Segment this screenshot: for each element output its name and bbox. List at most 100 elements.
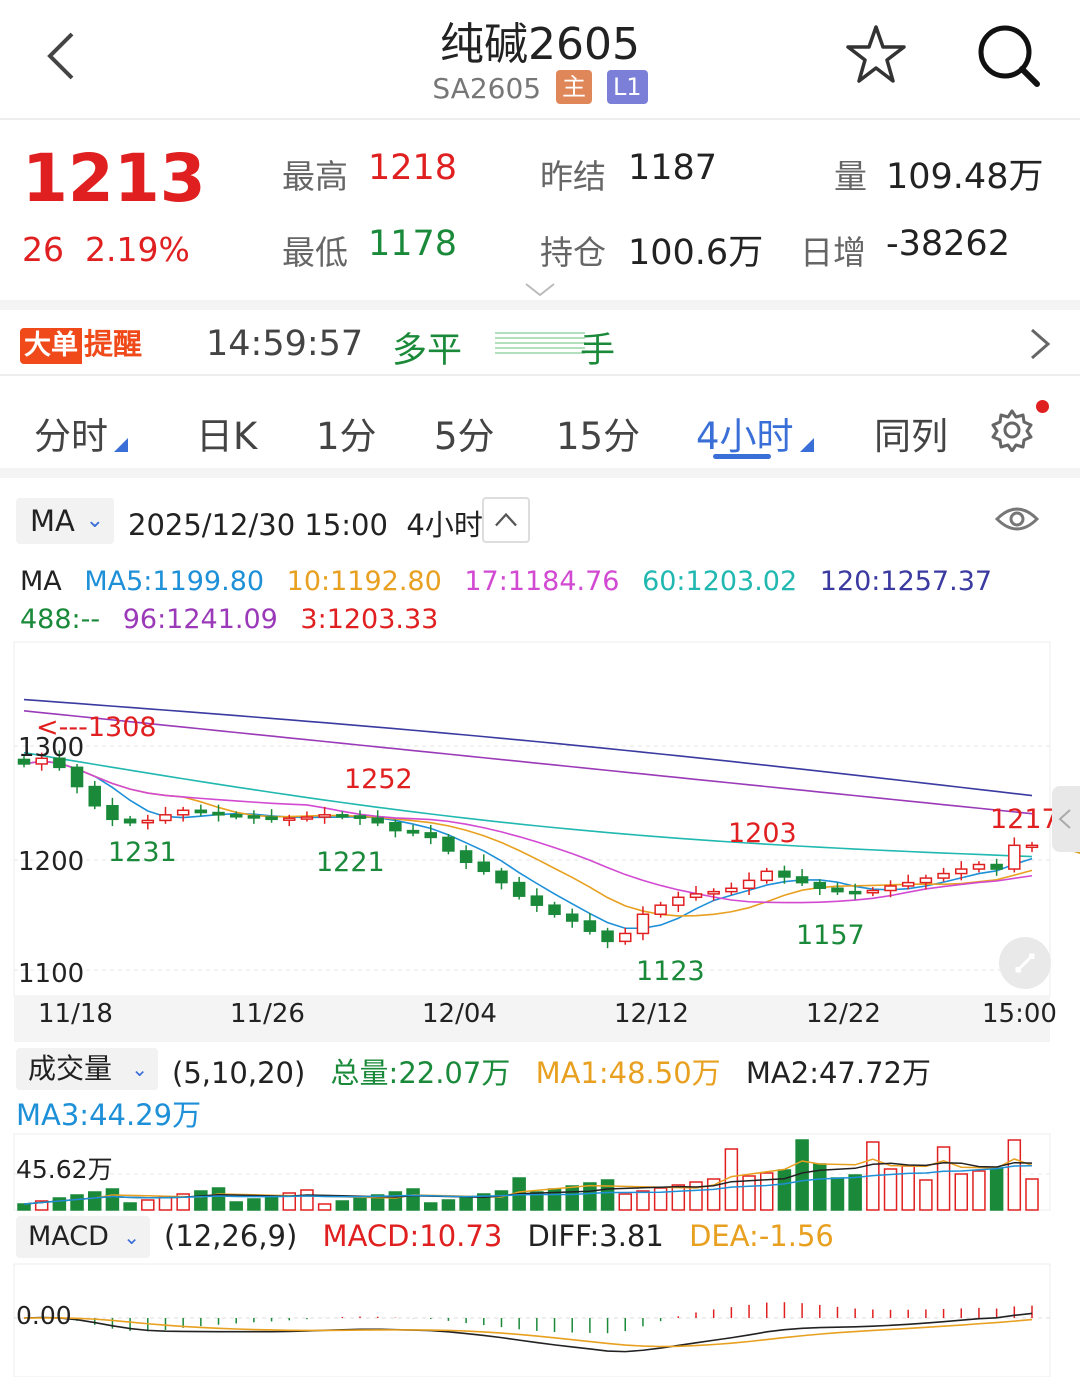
favorite-star-icon[interactable] xyxy=(843,22,909,88)
macd-axis-label: 0.00 xyxy=(16,1301,72,1330)
macd-legend: (12,26,9) MACD:10.73 DIFF:3.81 DEA:-1.56 xyxy=(164,1219,850,1253)
ma120-value: 120:1257.37 xyxy=(819,566,993,597)
tab-timeshare[interactable]: 分时 xyxy=(34,406,108,460)
chevron-down-icon: ⌄ xyxy=(123,1225,140,1249)
eye-icon[interactable] xyxy=(994,503,1040,535)
ma60-value: 60:1203.02 xyxy=(642,566,798,597)
volume-bar xyxy=(17,1203,31,1211)
volume-ma3: MA3:44.29万 xyxy=(16,1098,202,1132)
macd-params: (12,26,9) xyxy=(164,1219,298,1253)
tab-5min[interactable]: 5分 xyxy=(434,406,495,460)
volume-bar xyxy=(335,1200,350,1211)
macd-chart[interactable]: 0.00 xyxy=(0,1262,1080,1377)
candle-body xyxy=(937,872,950,879)
candle-body xyxy=(406,829,420,834)
volume-bar xyxy=(1025,1178,1039,1211)
tab-4hour[interactable]: 4小时 xyxy=(696,406,794,460)
daily-increase-label: 日增 xyxy=(800,233,866,272)
high-label: 最高 xyxy=(282,157,348,196)
candle-body xyxy=(229,814,243,818)
volume-bar xyxy=(87,1191,102,1211)
ma10-value: 10:1192.80 xyxy=(286,566,442,597)
candle-body xyxy=(70,766,84,788)
candlestick-chart[interactable]: 1300 1200 1100 11/18 11/26 12/04 12/12 1… xyxy=(0,640,1080,1045)
volume-indicator-selector[interactable]: 成交量 ⌄ xyxy=(16,1048,158,1090)
volume-total: 总量:22.07万 xyxy=(330,1056,511,1090)
candle-body xyxy=(919,877,933,884)
candle-body xyxy=(990,863,1003,870)
volume-bar xyxy=(441,1199,456,1211)
annotation-high-1252: 1252 xyxy=(344,764,413,795)
expand-chevron-icon[interactable] xyxy=(524,282,556,298)
tab-daily-k[interactable]: 日K xyxy=(196,406,257,460)
volume-bar xyxy=(141,1199,155,1211)
volume-bar xyxy=(105,1188,120,1211)
contract-code-row: SA2605 主 L1 xyxy=(0,70,1080,105)
candle-body xyxy=(283,817,296,821)
candle-body xyxy=(318,814,331,818)
candle-body xyxy=(884,885,897,892)
x-tick-1118: 11/18 xyxy=(38,999,113,1029)
volume-bar xyxy=(317,1203,332,1211)
candle-body xyxy=(813,881,827,890)
candle-body xyxy=(477,861,491,873)
volume-bar xyxy=(600,1179,615,1211)
gear-icon[interactable] xyxy=(990,408,1034,452)
volume-bar xyxy=(300,1189,314,1211)
candle-body xyxy=(619,932,632,943)
ma17-value: 17:1184.76 xyxy=(464,566,620,597)
volume-legend: (5,10,20) 总量:22.07万 MA1:48.50万 MA2:47.72… xyxy=(172,1050,947,1092)
volume-bar xyxy=(158,1196,173,1211)
tab-15min[interactable]: 15分 xyxy=(556,406,640,460)
contract-code: SA2605 xyxy=(432,72,542,105)
volume-chart[interactable]: 45.62万 xyxy=(0,1132,1080,1212)
price-change: 26 2.19% xyxy=(22,230,190,269)
candle-body xyxy=(159,814,172,822)
collapse-chevron-icon[interactable] xyxy=(482,497,530,543)
volume-value: 109.48万 xyxy=(886,157,1044,197)
y-tick-1100: 1100 xyxy=(18,959,84,989)
fullscreen-button[interactable] xyxy=(999,937,1051,989)
macd-diff-line xyxy=(23,1312,1033,1353)
chevron-right-icon[interactable] xyxy=(1028,326,1052,362)
candle-body xyxy=(300,816,314,820)
candle-body xyxy=(176,809,190,816)
x-tick-1212: 12/12 xyxy=(614,999,689,1029)
volume-bar xyxy=(229,1201,243,1211)
daily-increase-value: -38262 xyxy=(886,224,1010,264)
macd-indicator-selector[interactable]: MACD ⌄ xyxy=(16,1216,150,1258)
volume-indicator-label: 成交量 xyxy=(28,1052,113,1085)
ma-prefix: MA xyxy=(20,566,62,597)
expand-icon xyxy=(1015,953,1035,973)
tab-same-column[interactable]: 同列 xyxy=(874,406,948,460)
candle-body xyxy=(972,863,986,870)
candle-body xyxy=(459,850,473,864)
page-title: 纯碱2605 xyxy=(440,19,640,70)
volume-bar xyxy=(247,1198,261,1211)
volume-bar xyxy=(954,1173,969,1211)
candle-body xyxy=(795,876,809,884)
tab-1min[interactable]: 1分 xyxy=(316,406,377,460)
x-tick-1126: 11/26 xyxy=(230,999,305,1029)
volume-bar xyxy=(565,1185,579,1211)
candle-body xyxy=(194,809,208,814)
ma-legend-line-2: 488:-- 96:1241.09 3:1203.33 xyxy=(20,604,452,635)
chevron-down-icon: ⌄ xyxy=(85,508,104,533)
big-order-alert[interactable]: 大单 提醒 14:59:57 多平 手 xyxy=(0,312,1080,376)
volume-bar xyxy=(70,1194,84,1211)
ma17-line xyxy=(23,760,1033,904)
volume-bar xyxy=(972,1170,986,1211)
big-order-badge-b: 提醒 xyxy=(84,327,143,361)
ma3-value: 3:1203.33 xyxy=(300,604,439,635)
candle-body xyxy=(707,890,720,895)
candle-body xyxy=(778,870,791,878)
search-icon[interactable] xyxy=(975,22,1041,88)
side-panel-tab[interactable] xyxy=(1052,786,1080,852)
candle-body xyxy=(901,881,915,887)
candle-body xyxy=(565,913,579,922)
candle-body xyxy=(548,904,561,915)
macd-value: MACD:10.73 xyxy=(322,1219,503,1253)
indicator-selector[interactable]: MA ⌄ xyxy=(16,498,114,544)
candle-body xyxy=(336,814,349,818)
candle-body xyxy=(212,811,225,816)
